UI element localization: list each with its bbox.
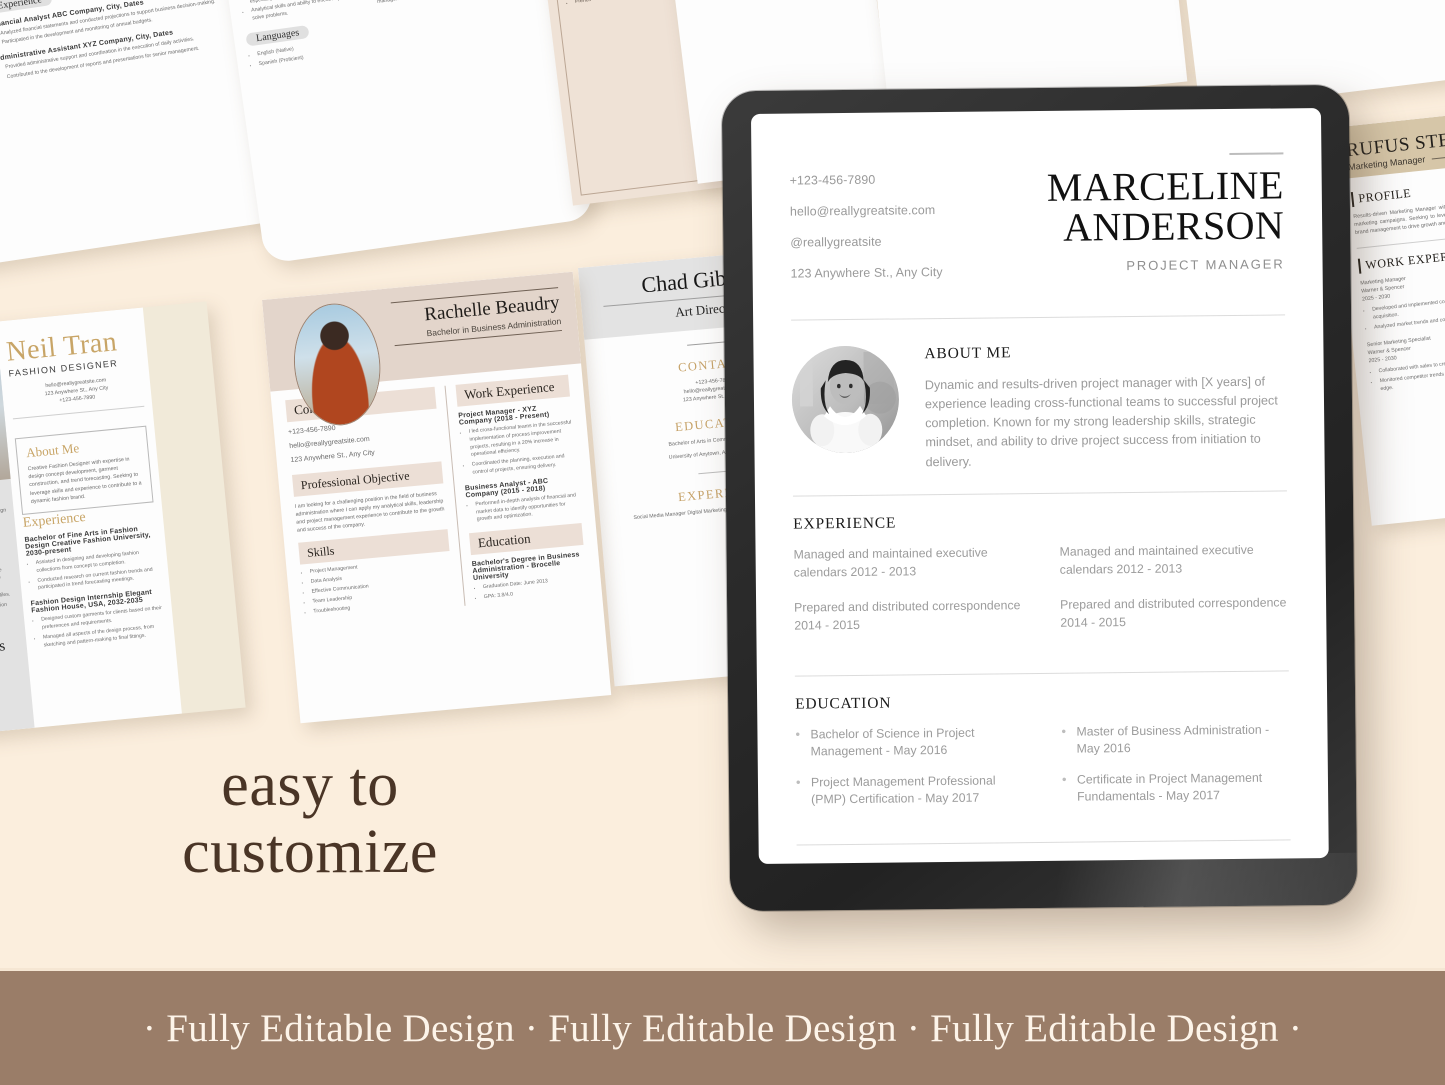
avatar-portrait-icon <box>791 345 900 454</box>
education-item: Bachelor of Science in Project Managemen… <box>795 724 1023 761</box>
card-skills-list: Project Management Data Analysis Effecti… <box>310 556 455 616</box>
contact-phone: +123-456-7890 <box>789 172 876 188</box>
resume-card-rachelle-beaudry[interactable]: Rachelle Beaudry Bachelor in Business Ad… <box>262 271 612 724</box>
skills-heading: SKILLS <box>797 862 1053 865</box>
card-work-heading: Work Experience <box>463 378 555 403</box>
card-about-text: Creative Fashion Designer with expertise… <box>27 456 142 505</box>
experience-heading: EXPERIENCE <box>793 514 897 533</box>
skills-block: SKILLS Project planning Leadership Budge… <box>797 862 1054 865</box>
name-last: ANDERSON <box>1062 202 1285 250</box>
resume-card-neil-tran[interactable]: Neil Tran FASHION DESIGNER hello@reallyg… <box>0 301 246 739</box>
name-block: MARCELINE ANDERSON PROJECT MANAGER <box>1046 148 1285 274</box>
education-column-left: Bachelor of Science in Project Managemen… <box>795 724 1024 822</box>
resume-header: +123-456-7890 hello@reallygreatsite.com … <box>789 148 1285 298</box>
experience-section: EXPERIENCE Managed and maintained execut… <box>792 490 1289 654</box>
header-divider <box>791 314 1286 321</box>
card-skills-list: Advanced knowledge of Microsoft Office, … <box>248 0 355 24</box>
tablet-device-mockup: +123-456-7890 hello@reallygreatsite.com … <box>721 84 1358 912</box>
card-skills-heading: Skills <box>306 543 336 561</box>
card-experience-heading: Experience <box>0 0 53 14</box>
tablet-screen[interactable]: +123-456-7890 hello@reallygreatsite.com … <box>750 108 1329 864</box>
ribbon-text: · Fully Editable Design · Fully Editable… <box>142 1006 1303 1050</box>
header-accent-line <box>1229 152 1284 155</box>
bottom-ribbon: · Fully Editable Design · Fully Editable… <box>0 968 1445 1085</box>
education-item: Project Management Professional (PMP) Ce… <box>796 772 1024 809</box>
education-section: EDUCATION Bachelor of Science in Project… <box>794 670 1291 822</box>
education-item: Certificate in Project Management Fundam… <box>1062 769 1290 806</box>
card-objective-heading: Professional Objective <box>300 467 411 492</box>
experience-item: Managed and maintained executive calenda… <box>1059 542 1254 577</box>
language-block: LANGUAGE English (Native) Spanish (Profi… <box>1091 859 1292 864</box>
skills-divider <box>796 839 1291 846</box>
about-section: ABOUT ME Dynamic and results-driven proj… <box>791 341 1286 473</box>
contact-handle: @reallygreatsite <box>790 234 882 250</box>
experience-divider <box>792 490 1287 497</box>
contact-email: hello@reallygreatsite.com <box>789 203 936 219</box>
about-heading: ABOUT ME <box>924 344 1012 363</box>
about-text: Dynamic and results-driven project manag… <box>924 374 1278 469</box>
education-item: Master of Business Administration - May … <box>1061 721 1289 758</box>
card-education-line: Anytown, USA, 2030 <box>0 526 12 544</box>
card-job-bullets: Provided administrative support and coor… <box>373 0 549 7</box>
avatar <box>791 345 900 454</box>
experience-item: Managed and maintained executive calenda… <box>793 545 988 580</box>
education-heading: EDUCATION <box>795 694 892 713</box>
tagline-line-1: easy to <box>221 751 399 819</box>
experience-column-left: Managed and maintained executive calenda… <box>793 544 1022 654</box>
tagline: easy to customize <box>0 752 620 886</box>
experience-item: Prepared and distributed correspondence … <box>1060 595 1287 630</box>
job-role: PROJECT MANAGER <box>1126 256 1285 274</box>
education-divider <box>794 670 1289 677</box>
language-heading: LANGUAGE <box>1091 859 1291 864</box>
experience-item: Prepared and distributed correspondence … <box>794 598 1021 633</box>
resume-document: +123-456-7890 hello@reallygreatsite.com … <box>751 108 1329 864</box>
tagline-line-2: customize <box>182 817 438 886</box>
page-title: MARCELINE ANDERSON <box>1047 162 1285 250</box>
contact-block: +123-456-7890 hello@reallygreatsite.com … <box>789 152 943 298</box>
education-column-right: Master of Business Administration - May … <box>1061 721 1290 819</box>
card-objective-text: I am looking for a challenging position … <box>294 490 445 534</box>
card-education-heading: Education <box>477 530 532 551</box>
contact-address: 123 Anywhere St., Any City <box>790 265 943 281</box>
skills-language-section: SKILLS Project planning Leadership Budge… <box>796 839 1293 865</box>
experience-column-right: Managed and maintained executive calenda… <box>1059 541 1288 651</box>
card-languages-heading: Languages <box>245 24 310 47</box>
card-job-bullets: I led cross-functional teams in the succ… <box>469 419 577 477</box>
poster-canvas: enging ership namic +123-456-7890 hello@… <box>0 0 1445 1085</box>
resume-card-financial-analyst-center[interactable]: Administrator wi... opportunities to app… <box>210 0 595 265</box>
